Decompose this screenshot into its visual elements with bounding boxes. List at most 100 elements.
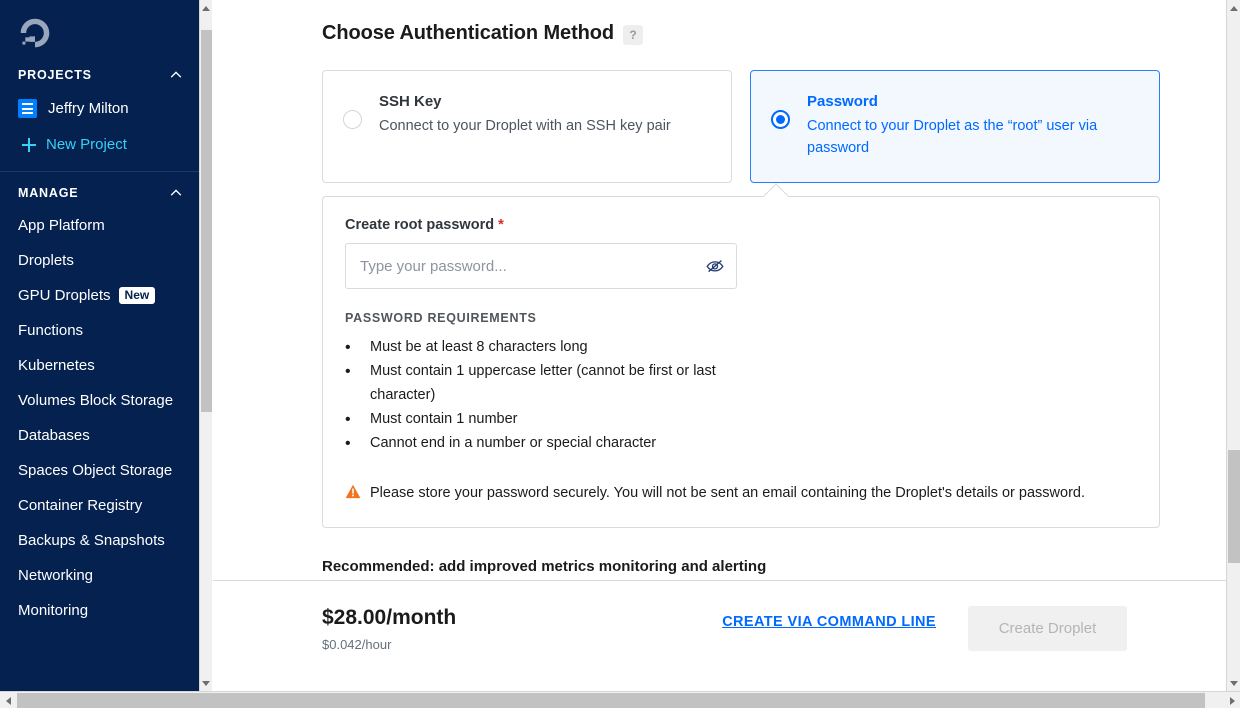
eye-slash-icon (706, 260, 724, 273)
main-scroll-up-button[interactable] (1227, 0, 1240, 16)
triangle-down-icon (1229, 680, 1238, 686)
chevron-up-icon[interactable] (169, 186, 183, 200)
auth-option-title: SSH Key (379, 93, 442, 110)
sidebar-item-label: Droplets (18, 252, 74, 269)
brand-logo[interactable] (0, 0, 199, 60)
sidebar-item-label: Kubernetes (18, 357, 95, 374)
sidebar-project-label: Jeffry Milton (48, 100, 129, 117)
sidebar-item-label: GPU Droplets (18, 287, 111, 304)
sidebar-item-new-project[interactable]: New Project (0, 127, 199, 162)
sidebar-item-gpu-droplets[interactable]: GPU Droplets New (0, 278, 199, 313)
sidebar: PROJECTS Jeffry Milton New Project MANAG… (0, 0, 199, 691)
droplet-create-page: PROJECTS Jeffry Milton New Project MANAG… (0, 0, 1240, 708)
sidebar-item-label: Container Registry (18, 497, 143, 514)
password-field-label-text: Create root password (345, 217, 495, 233)
auth-option-title: Password (807, 93, 878, 110)
auth-option-text: Password Connect to your Droplet as the … (807, 93, 1127, 160)
price-monthly: $28.00/month (322, 606, 457, 629)
radio-password[interactable] (771, 110, 790, 129)
create-via-command-line-link[interactable]: CREATE VIA COMMAND LINE (722, 614, 936, 630)
scroll-left-button[interactable] (0, 692, 16, 708)
password-warning-text: Please store your password securely. You… (370, 484, 1085, 501)
main-scroll-thumb[interactable] (1228, 450, 1240, 563)
help-icon[interactable]: ? (623, 24, 643, 45)
sidebar-item-functions[interactable]: Functions (0, 313, 199, 348)
horizontal-scroll-thumb[interactable] (17, 693, 1205, 708)
sidebar-item-kubernetes[interactable]: Kubernetes (0, 348, 199, 383)
sidebar-item-volumes-block-storage[interactable]: Volumes Block Storage (0, 383, 199, 418)
digitalocean-logo-icon (20, 18, 50, 48)
triangle-up-icon (1229, 5, 1238, 11)
sidebar-new-project-label: New Project (46, 136, 127, 153)
auth-option-description: Connect to your Droplet as the “root” us… (807, 118, 1098, 157)
sidebar-scrollbar[interactable] (199, 0, 212, 691)
sidebar-item-label: Spaces Object Storage (18, 462, 173, 479)
toggle-password-visibility-button[interactable] (704, 255, 726, 277)
password-input[interactable] (346, 244, 736, 288)
sidebar-item-databases[interactable]: Databases (0, 418, 199, 453)
password-field-label: Create root password * (345, 217, 1137, 233)
password-requirement-item: Must contain 1 number (345, 407, 745, 433)
sidebar-scroll-down-button[interactable] (200, 675, 212, 691)
price-summary: $28.00/month $0.042/hour (322, 606, 456, 652)
page-title: Choose Authentication Method (322, 22, 614, 44)
sidebar-item-container-registry[interactable]: Container Registry (0, 488, 199, 523)
status-badge-new: New (118, 287, 156, 304)
sticky-footer: $28.00/month $0.042/hour CREATE VIA COMM… (213, 580, 1226, 691)
chevron-up-icon[interactable] (169, 68, 183, 82)
auth-option-description: Connect to your Droplet with an SSH key … (379, 118, 671, 134)
sidebar-item-label: App Platform (18, 217, 105, 234)
auth-option-password[interactable]: Password Connect to your Droplet as the … (750, 70, 1160, 183)
sidebar-item-label: Backups & Snapshots (18, 532, 165, 549)
triangle-left-icon (5, 696, 11, 705)
password-warning: Please store your password securely. You… (345, 482, 1137, 505)
sidebar-item-app-platform[interactable]: App Platform (0, 208, 199, 243)
password-requirement-item: Must be at least 8 characters long (345, 335, 745, 361)
panel-caret-icon (763, 183, 789, 209)
sidebar-item-networking[interactable]: Networking (0, 558, 199, 593)
sidebar-item-label: Databases (18, 427, 90, 444)
sidebar-scroll-up-button[interactable] (200, 0, 212, 16)
main-scroll-down-button[interactable] (1227, 675, 1240, 691)
password-panel: Create root password * PASSWORD REQUIREM… (322, 183, 1160, 528)
sidebar-item-monitoring[interactable]: Monitoring (0, 593, 199, 628)
sidebar-item-spaces-object-storage[interactable]: Spaces Object Storage (0, 453, 199, 488)
sidebar-section-manage[interactable]: MANAGE (0, 178, 199, 208)
sidebar-item-backups-snapshots[interactable]: Backups & Snapshots (0, 523, 199, 558)
sidebar-divider (0, 171, 199, 172)
sidebar-section-manage-label: MANAGE (18, 186, 79, 200)
next-section-heading-peek: Recommended: add improved metrics monito… (322, 557, 767, 575)
price-hourly: $0.042/hour (322, 637, 392, 652)
create-droplet-button[interactable]: Create Droplet (968, 606, 1127, 651)
sidebar-section-projects-label: PROJECTS (18, 68, 92, 82)
warning-triangle-icon (345, 484, 361, 498)
auth-option-ssh-key[interactable]: SSH Key Connect to your Droplet with an … (322, 70, 732, 183)
password-requirements-heading: PASSWORD REQUIREMENTS (345, 311, 537, 325)
triangle-up-icon (202, 5, 210, 11)
password-requirement-item: Cannot end in a number or special charac… (345, 431, 745, 457)
sidebar-item-label: Monitoring (18, 602, 89, 619)
project-list-icon (18, 99, 37, 118)
sidebar-item-label: Functions (18, 322, 84, 339)
sidebar-item-label: Volumes Block Storage (18, 392, 174, 409)
auth-option-text: SSH Key Connect to your Droplet with an … (379, 93, 671, 137)
main-scrollbar[interactable] (1226, 0, 1240, 691)
password-requirements-list: Must be at least 8 characters long Must … (345, 335, 1137, 457)
scrollable-form-area: Choose Authentication Method ? SSH Key C… (213, 0, 1226, 580)
password-input-wrapper[interactable] (345, 243, 737, 289)
auth-method-options: SSH Key Connect to your Droplet with an … (213, 45, 1226, 183)
sidebar-item-label: Networking (18, 567, 94, 584)
required-asterisk: * (498, 217, 504, 233)
plus-icon (22, 137, 36, 152)
sidebar-section-projects[interactable]: PROJECTS (0, 60, 199, 90)
password-requirement-item: Must contain 1 uppercase letter (cannot … (345, 359, 745, 408)
radio-ssh-key[interactable] (343, 110, 362, 129)
triangle-right-icon (1229, 696, 1235, 705)
sidebar-item-project-jeffry-milton[interactable]: Jeffry Milton (0, 90, 199, 127)
main-content: Choose Authentication Method ? SSH Key C… (213, 0, 1226, 691)
sidebar-scroll-thumb[interactable] (201, 30, 212, 412)
triangle-down-icon (202, 680, 210, 686)
window-horizontal-scrollbar[interactable] (0, 691, 1240, 708)
sidebar-item-droplets[interactable]: Droplets (0, 243, 199, 278)
scroll-right-button[interactable] (1224, 692, 1240, 708)
